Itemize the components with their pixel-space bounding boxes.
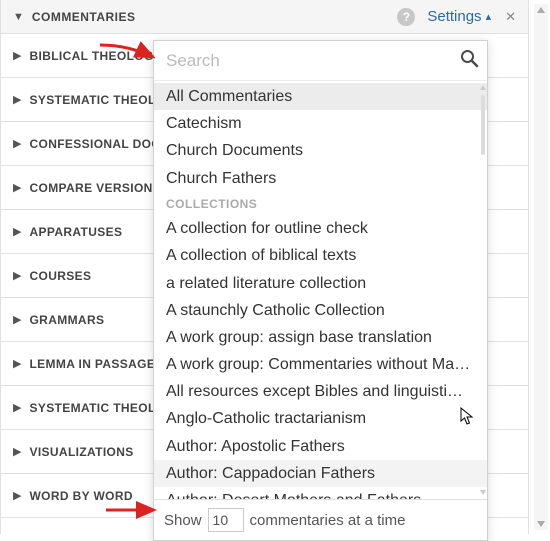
chevron-right-icon: ▶	[13, 137, 21, 150]
list-item[interactable]: A collection for outline check	[154, 215, 487, 242]
scroll-down-icon[interactable]	[480, 490, 486, 495]
dropdown-list: All Commentaries Catechism Church Docume…	[154, 81, 487, 499]
scroll-up-icon[interactable]	[480, 85, 486, 90]
chevron-right-icon: ▶	[13, 401, 21, 414]
list-item[interactable]: Church Documents	[154, 137, 487, 164]
search-icon[interactable]	[459, 48, 479, 73]
scroll-down-icon[interactable]	[537, 521, 545, 527]
scroll-up-icon[interactable]	[537, 7, 545, 13]
outer-scrollbar[interactable]	[534, 4, 548, 530]
sidebar-label: LEMMA IN PASSAGE	[29, 357, 155, 371]
list-item[interactable]: All resources except Bibles and linguist…	[154, 378, 487, 405]
sidebar-label: APPARATUSES	[29, 225, 122, 239]
list-item[interactable]: Church Fathers	[154, 165, 487, 192]
footer-prefix: Show	[164, 512, 202, 529]
chevron-right-icon: ▶	[13, 313, 21, 326]
list-item[interactable]: Catechism	[154, 110, 487, 137]
page-title: COMMENTARIES	[32, 10, 397, 24]
list-item[interactable]: All Commentaries	[154, 83, 487, 110]
list-section-header: COLLECTIONS	[154, 192, 487, 215]
chevron-right-icon: ▶	[13, 181, 21, 194]
chevron-down-icon[interactable]: ▼	[13, 11, 24, 23]
chevron-right-icon: ▶	[13, 93, 21, 106]
settings-button[interactable]: Settings ▴	[427, 8, 491, 25]
chevron-right-icon: ▶	[13, 357, 21, 370]
list-scrollbar[interactable]	[480, 85, 486, 495]
list-item[interactable]: A work group: assign base translation	[154, 324, 487, 351]
scroll-thumb[interactable]	[481, 95, 485, 155]
list-item[interactable]: Author: Desert Mothers and Fathers	[154, 487, 487, 499]
annotation-arrow-icon	[104, 500, 162, 520]
footer-suffix: commentaries at a time	[250, 512, 406, 529]
close-icon[interactable]: ✕	[501, 9, 520, 25]
chevron-right-icon: ▶	[13, 225, 21, 238]
list-item[interactable]: Author: Cappadocian Fathers	[154, 460, 487, 487]
settings-label: Settings	[427, 8, 481, 25]
list-item[interactable]: A collection of biblical texts	[154, 242, 487, 269]
sidebar-label: GRAMMARS	[29, 313, 104, 327]
search-input[interactable]	[166, 51, 459, 71]
list-item[interactable]: A work group: Commentaries without Mark…	[154, 351, 487, 378]
chevron-right-icon: ▶	[13, 445, 21, 458]
chevron-right-icon: ▶	[13, 269, 21, 282]
list-item[interactable]: a related literature collection	[154, 270, 487, 297]
help-icon[interactable]: ?	[397, 8, 415, 26]
list-item[interactable]: Anglo-Catholic tractarianism	[154, 405, 487, 432]
show-count-input[interactable]	[208, 508, 244, 532]
filter-dropdown: All Commentaries Catechism Church Docume…	[153, 40, 488, 541]
annotation-arrow-icon	[98, 41, 160, 69]
sidebar-label: VISUALIZATIONS	[29, 445, 133, 459]
list-item[interactable]: Author: Apostolic Fathers	[154, 433, 487, 460]
list-item[interactable]: A staunchly Catholic Collection	[154, 297, 487, 324]
chevron-right-icon: ▶	[13, 49, 21, 62]
chevron-right-icon: ▶	[13, 489, 21, 502]
sidebar-label: COURSES	[29, 269, 91, 283]
caret-up-icon: ▴	[486, 10, 492, 23]
sidebar-label: COMPARE VERSIONS	[29, 181, 161, 195]
